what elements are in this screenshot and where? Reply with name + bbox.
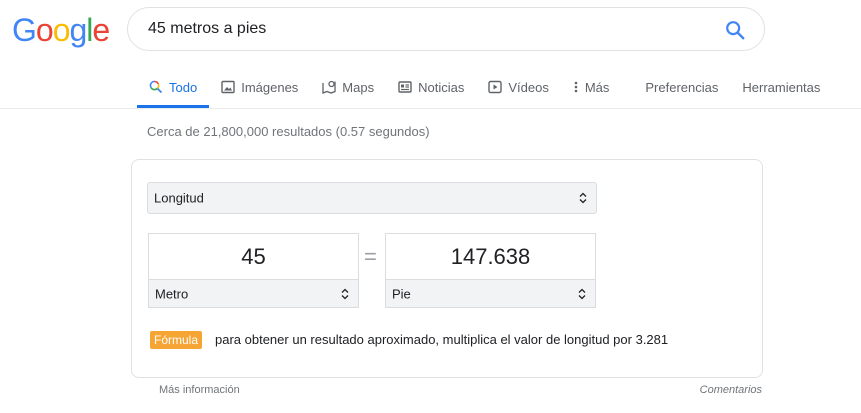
- from-conversion-box: 45 Metro: [148, 233, 359, 308]
- news-icon: [398, 81, 412, 93]
- from-value-input[interactable]: 45: [149, 234, 358, 280]
- tab-preferencias[interactable]: Preferencias: [633, 66, 730, 108]
- tab-label: Todo: [169, 79, 198, 95]
- to-conversion-box: 147.638 Pie: [385, 233, 596, 308]
- formula-badge: Fórmula: [150, 331, 203, 349]
- search-input[interactable]: 45 metros a pies: [148, 20, 266, 38]
- logo-letter: o: [35, 12, 54, 48]
- tab-label: Vídeos: [508, 79, 549, 95]
- feedback-link[interactable]: Comentarios: [700, 384, 762, 396]
- more-info-link[interactable]: Más información: [159, 384, 240, 396]
- tab-label: Herramientas: [742, 79, 821, 95]
- tab-todo[interactable]: Todo: [137, 66, 210, 108]
- logo-letter: e: [92, 12, 110, 48]
- from-unit-label: Metro: [155, 286, 189, 301]
- tab-videos[interactable]: Vídeos: [476, 66, 560, 108]
- tab-noticias[interactable]: Noticias: [386, 66, 476, 108]
- search-box[interactable]: 45 metros a pies: [127, 7, 765, 51]
- video-icon: [488, 80, 503, 94]
- tabs-divider: [0, 108, 861, 109]
- to-value-input[interactable]: 147.638: [386, 234, 595, 280]
- select-arrows-icon: [341, 288, 349, 299]
- tab-maps[interactable]: Maps: [310, 66, 386, 108]
- unit-type-label: Longitud: [154, 190, 204, 206]
- tab-mas[interactable]: Más: [561, 66, 622, 108]
- select-arrows-icon: [579, 192, 587, 204]
- logo-letter: o: [52, 12, 71, 48]
- formula-text: para obtener un resultado aproximado, mu…: [215, 332, 669, 347]
- unit-type-select[interactable]: Longitud: [147, 182, 597, 214]
- tab-imagenes[interactable]: Imágenes: [209, 66, 310, 108]
- tab-label: Imágenes: [241, 79, 299, 95]
- image-icon: [221, 80, 235, 94]
- to-unit-select[interactable]: Pie: [385, 279, 596, 308]
- logo-letter: G: [12, 12, 37, 48]
- from-unit-select[interactable]: Metro: [148, 279, 359, 308]
- tab-label: Preferencias: [645, 79, 719, 95]
- result-stats: Cerca de 21,800,000 resultados (0.57 seg…: [147, 124, 430, 139]
- map-icon: [322, 80, 336, 94]
- tab-label: Maps: [342, 79, 375, 95]
- tab-label: Más: [584, 79, 610, 95]
- search-icon: [149, 80, 163, 94]
- google-logo[interactable]: Google: [12, 12, 110, 48]
- tab-herramientas[interactable]: Herramientas: [730, 66, 832, 108]
- equals-sign: =: [364, 244, 377, 269]
- search-tabs: Todo Imágenes Maps Noticias Vídeos Más P…: [137, 66, 832, 108]
- more-icon: [574, 81, 578, 93]
- tab-label: Noticias: [418, 79, 465, 95]
- select-arrows-icon: [578, 288, 586, 299]
- to-unit-label: Pie: [392, 286, 411, 301]
- logo-letter: g: [69, 12, 87, 48]
- search-icon[interactable]: [724, 19, 746, 41]
